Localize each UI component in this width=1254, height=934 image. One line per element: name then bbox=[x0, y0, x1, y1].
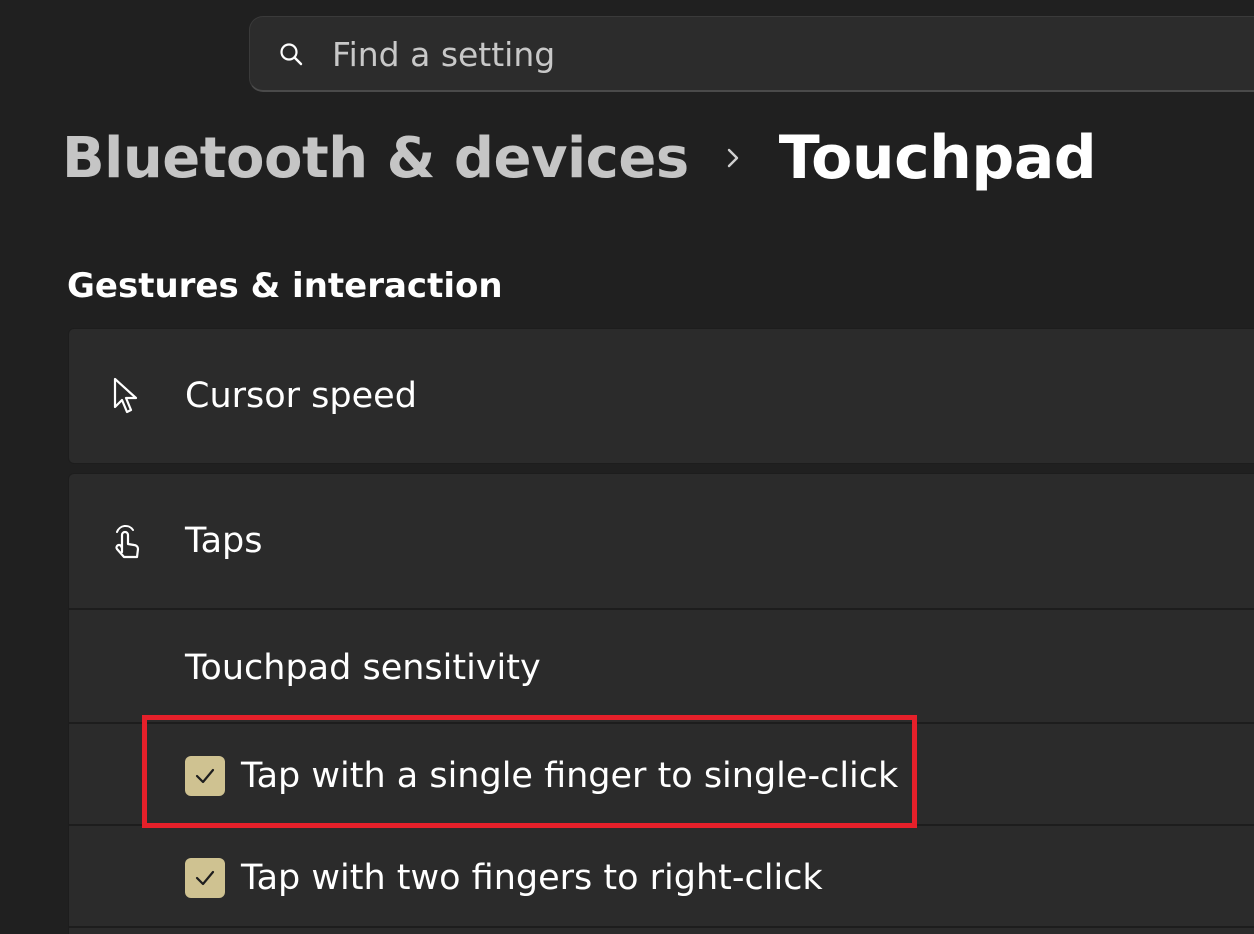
search-input[interactable] bbox=[332, 31, 1032, 77]
single-finger-checkbox[interactable] bbox=[185, 756, 225, 796]
two-fingers-label[interactable]: Tap with two fingers to right-click bbox=[241, 858, 823, 898]
two-fingers-checkbox[interactable] bbox=[185, 858, 225, 898]
tap-single-finger-row[interactable]: Tap with a single finger to single-click bbox=[69, 722, 1254, 824]
cursor-icon bbox=[109, 376, 145, 416]
section-heading: Gestures & interaction bbox=[67, 266, 503, 306]
single-finger-label[interactable]: Tap with a single finger to single-click bbox=[241, 756, 898, 796]
touchpad-sensitivity-row[interactable]: Touchpad sensitivity bbox=[69, 608, 1254, 722]
search-icon bbox=[278, 41, 304, 67]
checkmark-icon bbox=[195, 768, 215, 784]
search-box[interactable] bbox=[249, 16, 1254, 92]
tap-two-fingers-row[interactable]: Tap with two fingers to right-click bbox=[69, 824, 1254, 926]
touchpad-sensitivity-label: Touchpad sensitivity bbox=[185, 648, 541, 688]
tap-gesture-icon bbox=[109, 522, 145, 562]
page-title: Touchpad bbox=[778, 123, 1097, 193]
breadcrumb-parent-link[interactable]: Bluetooth & devices bbox=[62, 126, 689, 191]
taps-header-row[interactable]: Taps bbox=[69, 474, 1254, 608]
cursor-speed-label: Cursor speed bbox=[185, 376, 417, 416]
taps-card: Taps Touchpad sensitivity Tap with a sin… bbox=[68, 473, 1254, 934]
next-row-divider bbox=[69, 926, 1254, 934]
breadcrumb: Bluetooth & devices Touchpad bbox=[62, 118, 1097, 198]
cursor-speed-card[interactable]: Cursor speed bbox=[68, 328, 1254, 464]
settings-page: Bluetooth & devices Touchpad Gestures & … bbox=[0, 0, 1254, 934]
taps-label: Taps bbox=[185, 521, 263, 561]
chevron-right-icon bbox=[689, 128, 779, 188]
checkmark-icon bbox=[195, 870, 215, 886]
